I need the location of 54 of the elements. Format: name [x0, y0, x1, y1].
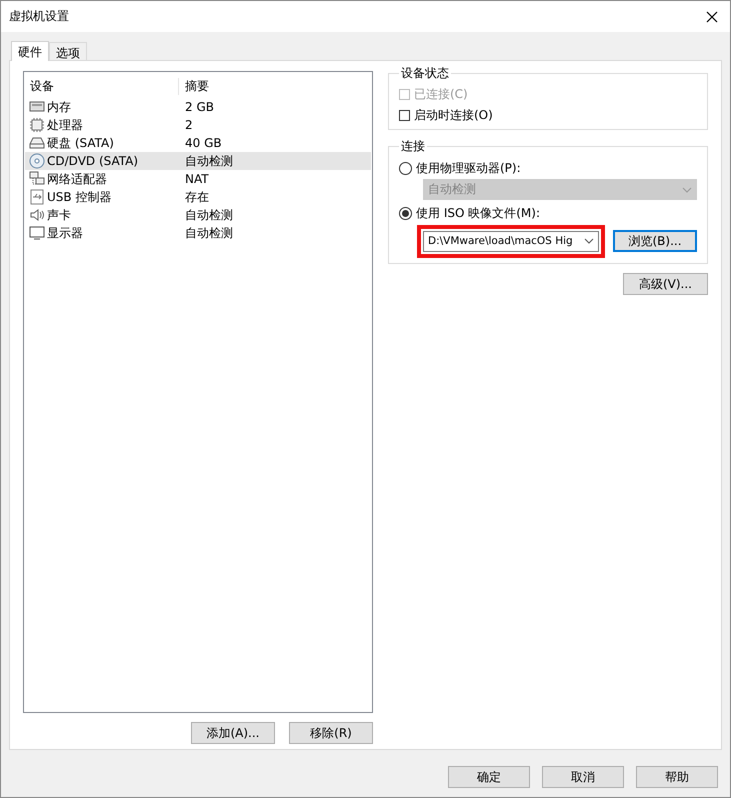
device-name: 显示器 — [47, 224, 83, 242]
device-name: USB 控制器 — [47, 188, 112, 206]
remove-button[interactable]: 移除(R) — [289, 722, 373, 744]
dialog-button[interactable]: 取消 — [542, 766, 624, 788]
device-row[interactable]: CD/DVD (SATA) 自动检测 — [25, 152, 371, 170]
tab[interactable]: 选项 — [49, 42, 87, 60]
radio-label: 使用 ISO 映像文件(M): — [416, 204, 540, 222]
device-name: 声卡 — [47, 206, 71, 224]
device-summary: 存在 — [184, 188, 209, 206]
device-row[interactable]: 声卡 自动检测 — [25, 206, 371, 224]
browse-button[interactable]: 浏览(B)... — [613, 230, 697, 252]
device-summary: 自动检测 — [184, 206, 233, 224]
device-summary: 自动检测 — [184, 152, 233, 170]
tab[interactable]: 硬件 — [11, 41, 49, 61]
group-title: 连接 — [400, 138, 426, 155]
device-row[interactable]: 处理器 2 — [25, 116, 371, 134]
device-name: 处理器 — [47, 116, 83, 134]
radio-button[interactable] — [399, 206, 412, 220]
group-title: 设备状态 — [400, 65, 450, 82]
device-row[interactable]: 内存 2 GB — [25, 98, 371, 116]
device-row[interactable]: 网络适配器 NAT — [25, 170, 371, 188]
device-summary: 2 — [184, 118, 193, 132]
checkbox-label: 启动时连接(O) — [414, 107, 493, 124]
caret-icon — [584, 238, 594, 244]
column-header[interactable]: 设备 — [24, 78, 179, 94]
device-name: 硬盘 (SATA) — [47, 134, 114, 152]
caret-icon — [682, 186, 692, 192]
device-row[interactable]: 硬盘 (SATA) 40 GB — [25, 134, 371, 152]
device-name: 网络适配器 — [47, 170, 107, 188]
window-title: 虚拟机设置 — [9, 8, 69, 25]
device-summary: 自动检测 — [184, 224, 233, 242]
cpu-icon — [29, 117, 45, 133]
device-summary: 40 GB — [184, 136, 222, 150]
device-summary: NAT — [184, 172, 209, 186]
column-header[interactable]: 摘要 — [179, 78, 209, 94]
checkbox[interactable] — [399, 110, 410, 121]
device-name: 内存 — [47, 98, 71, 116]
sound-icon — [29, 207, 45, 223]
checkbox-label: 已连接(C) — [414, 86, 468, 103]
device-summary: 2 GB — [184, 100, 214, 114]
device-name: CD/DVD (SATA) — [47, 154, 138, 168]
device-row[interactable]: 显示器 自动检测 — [25, 224, 371, 242]
device-row[interactable]: USB 控制器 存在 — [25, 188, 371, 206]
display-icon — [29, 225, 45, 241]
iso-path-dropdown[interactable]: D:\VMware\load\macOS Hig — [423, 230, 599, 252]
dialog-button[interactable]: 确定 — [448, 766, 530, 788]
cd-icon — [29, 153, 45, 169]
usb-icon — [29, 189, 45, 205]
close-icon[interactable] — [706, 10, 718, 22]
dialog-button[interactable]: 帮助 — [636, 766, 718, 788]
radio-label: 使用物理驱动器(P): — [416, 160, 521, 176]
add-button[interactable]: 添加(A)... — [191, 722, 275, 744]
network-icon — [29, 171, 45, 187]
advanced-button[interactable]: 高级(V)... — [623, 273, 708, 295]
